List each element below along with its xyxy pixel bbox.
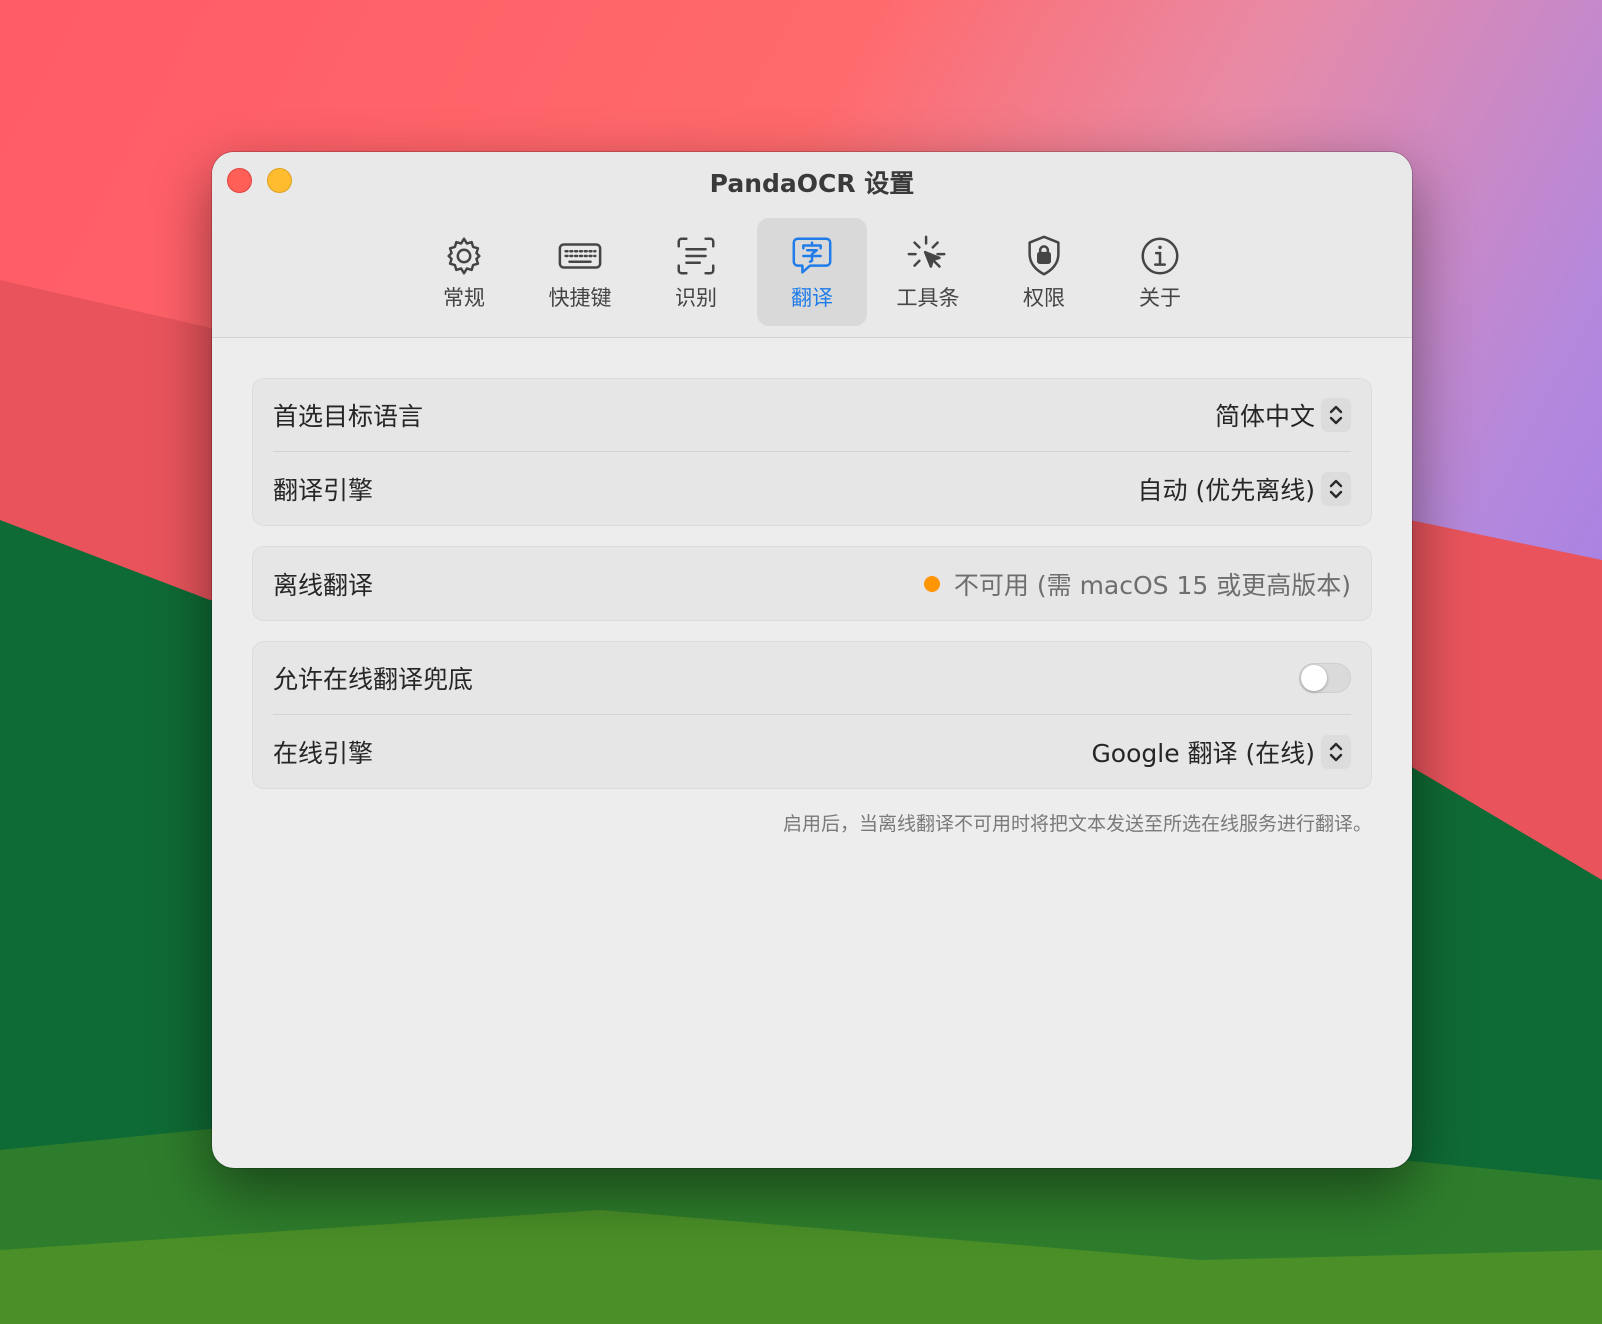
cursor-click-icon — [904, 232, 952, 280]
online-engine-select[interactable]: Google 翻译 (在线) — [1091, 734, 1351, 770]
tab-general[interactable]: 常规 — [409, 218, 519, 326]
engine-value: 自动 (优先离线) — [1137, 475, 1315, 505]
offline-status: 不可用 (需 macOS 15 或更高版本) — [923, 566, 1351, 602]
tab-shortcuts[interactable]: 快捷键 — [525, 218, 635, 326]
tab-label: 快捷键 — [548, 286, 612, 310]
translation-settings: 首选目标语言 简体中文 翻译引擎 自动 (优先离线) 离线翻译 不可用 (需 m… — [252, 378, 1372, 836]
tab-label: 翻译 — [791, 286, 833, 310]
chevron-up-down-icon — [1321, 734, 1351, 769]
online-fallback-label: 允许在线翻译兜底 — [273, 665, 474, 694]
tab-toolbar[interactable]: 工具条 — [873, 218, 983, 326]
offline-group: 离线翻译 不可用 (需 macOS 15 或更高版本) — [252, 546, 1372, 621]
tab-label: 关于 — [1139, 286, 1181, 310]
target-language-row: 首选目标语言 简体中文 — [273, 379, 1351, 452]
online-engine-label: 在线引擎 — [273, 738, 374, 768]
tab-label: 常规 — [443, 286, 485, 310]
engine-row: 翻译引擎 自动 (优先离线) — [273, 452, 1351, 525]
offline-status-text: 不可用 (需 macOS 15 或更高版本) — [953, 570, 1351, 600]
chevron-up-down-icon — [1321, 471, 1351, 506]
text-recognition-icon — [672, 232, 720, 280]
tab-permissions[interactable]: 权限 — [989, 218, 1099, 326]
online-fallback-toggle[interactable] — [1299, 663, 1351, 693]
desktop-wallpaper: PandaOCR 设置 常规 快捷键 识别 翻译 工具条 权限 关于 首选目标语… — [0, 0, 1602, 1324]
status-dot — [923, 575, 940, 592]
toolbar: PandaOCR 设置 常规 快捷键 识别 翻译 工具条 权限 关于 — [212, 152, 1412, 338]
window-title: PandaOCR 设置 — [709, 169, 915, 198]
engine-select[interactable]: 自动 (优先离线) — [1138, 471, 1351, 507]
tab-label: 权限 — [1023, 286, 1065, 310]
lock-shield-icon — [1020, 232, 1068, 280]
settings-window: PandaOCR 设置 常规 快捷键 识别 翻译 工具条 权限 关于 首选目标语… — [212, 152, 1412, 1168]
keyboard-icon — [556, 232, 604, 280]
language-group: 首选目标语言 简体中文 翻译引擎 自动 (优先离线) — [252, 378, 1372, 526]
target-language-label: 首选目标语言 — [273, 402, 424, 431]
tab-recognition[interactable]: 识别 — [641, 218, 751, 326]
info-icon — [1136, 232, 1184, 280]
chevron-up-down-icon — [1321, 398, 1351, 432]
target-language-value: 简体中文 — [1214, 402, 1315, 431]
online-engine-value: Google 翻译 (在线) — [1091, 738, 1315, 768]
tab-translation[interactable]: 翻译 — [757, 218, 867, 326]
offline-label: 离线翻译 — [273, 570, 374, 600]
tab-about[interactable]: 关于 — [1105, 218, 1215, 326]
target-language-select[interactable]: 简体中文 — [1215, 397, 1351, 433]
tab-label: 工具条 — [896, 286, 960, 310]
online-group: 允许在线翻译兜底 在线引擎 Google 翻译 (在线) — [252, 641, 1372, 789]
gear-icon — [440, 232, 488, 280]
online-fallback-row: 允许在线翻译兜底 — [273, 642, 1351, 715]
toggle-knob — [1301, 665, 1327, 691]
engine-label: 翻译引擎 — [273, 475, 374, 505]
offline-row: 离线翻译 不可用 (需 macOS 15 或更高版本) — [273, 547, 1351, 620]
footnote: 启用后，当离线翻译不可用时将把文本发送至所选在线服务进行翻译。 — [782, 813, 1372, 835]
translate-icon — [788, 232, 836, 280]
preferences-tabs: 常规 快捷键 识别 翻译 工具条 权限 关于 — [212, 218, 1412, 328]
online-engine-row: 在线引擎 Google 翻译 (在线) — [273, 715, 1351, 788]
tab-label: 识别 — [675, 286, 717, 310]
